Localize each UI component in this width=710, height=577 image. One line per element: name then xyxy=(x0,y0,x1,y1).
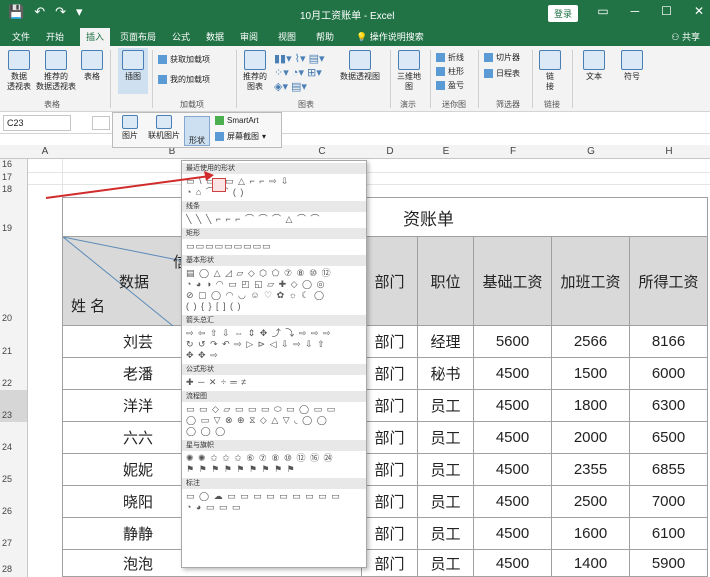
arrow-head xyxy=(204,171,214,181)
arrow-line xyxy=(45,175,211,199)
annotation-arrow xyxy=(45,171,214,199)
